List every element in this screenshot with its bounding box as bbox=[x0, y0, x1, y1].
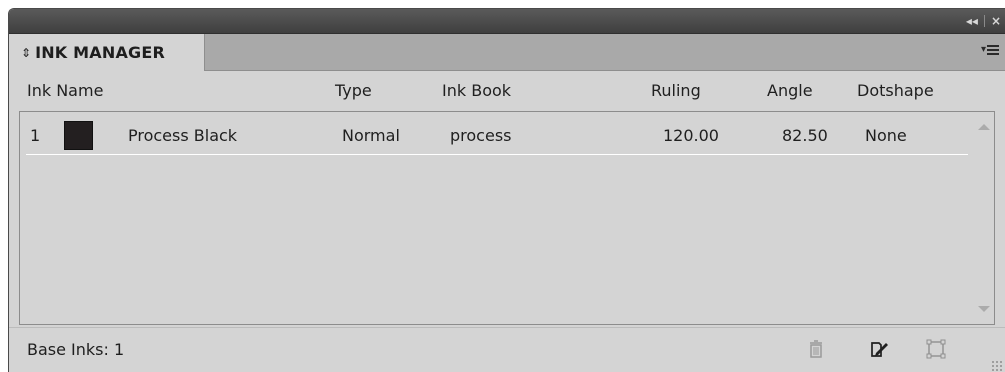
menu-down-icon: ▾ bbox=[980, 44, 986, 55]
new-icon[interactable] bbox=[925, 338, 947, 360]
column-ruling[interactable]: Ruling bbox=[651, 81, 701, 100]
tab-arrows-icon: ⇕ bbox=[21, 45, 32, 60]
vertical-scrollbar[interactable] bbox=[974, 112, 994, 324]
edit-icon[interactable] bbox=[868, 338, 890, 360]
cell-ink-book: process bbox=[450, 126, 512, 145]
column-ink-book[interactable]: Ink Book bbox=[442, 81, 511, 100]
scroll-down-icon[interactable] bbox=[978, 306, 990, 312]
cell-ink-name: Process Black bbox=[128, 126, 238, 145]
title-controls: ◂◂ × bbox=[966, 13, 1001, 29]
column-ink-name[interactable]: Ink Name bbox=[27, 81, 103, 100]
ink-list[interactable]: 1 Process Black Normal process 120.00 82… bbox=[19, 111, 995, 325]
cell-dotshape: None bbox=[865, 126, 907, 145]
column-angle[interactable]: Angle bbox=[767, 81, 813, 100]
tab-title: INK MANAGER bbox=[35, 43, 166, 62]
collapse-icon[interactable]: ◂◂ bbox=[966, 13, 978, 29]
column-type[interactable]: Type bbox=[335, 81, 372, 100]
ink-manager-panel: ◂◂ × ⇕ INK MANAGER ▾ Ink Name Type Ink B… bbox=[8, 8, 1005, 372]
cell-type: Normal bbox=[342, 126, 400, 145]
scroll-up-icon[interactable] bbox=[978, 124, 990, 130]
panel-footer: Base Inks: 1 bbox=[9, 327, 1005, 372]
row-index: 1 bbox=[30, 126, 41, 145]
panel-menu-button[interactable]: ▾ bbox=[981, 44, 999, 55]
cell-angle: 82.50 bbox=[782, 126, 828, 145]
ink-swatch bbox=[64, 121, 93, 150]
tab-ink-manager[interactable]: ⇕ INK MANAGER bbox=[9, 34, 205, 71]
menu-lines-icon bbox=[987, 44, 999, 55]
trash-icon[interactable] bbox=[805, 338, 827, 360]
title-separator bbox=[983, 15, 985, 27]
cell-ruling: 120.00 bbox=[663, 126, 719, 145]
resize-grip-icon[interactable] bbox=[991, 360, 1003, 372]
column-dotshape[interactable]: Dotshape bbox=[857, 81, 934, 100]
base-inks-label: Base Inks: 1 bbox=[27, 340, 125, 359]
panel-title-bar: ◂◂ × bbox=[9, 9, 1005, 34]
close-icon[interactable]: × bbox=[991, 13, 1001, 29]
tab-row: ⇕ INK MANAGER ▾ bbox=[9, 34, 1005, 71]
table-row[interactable]: 1 Process Black Normal process 120.00 82… bbox=[26, 120, 968, 155]
table-header: Ink Name Type Ink Book Ruling Angle Dots… bbox=[9, 71, 1005, 111]
